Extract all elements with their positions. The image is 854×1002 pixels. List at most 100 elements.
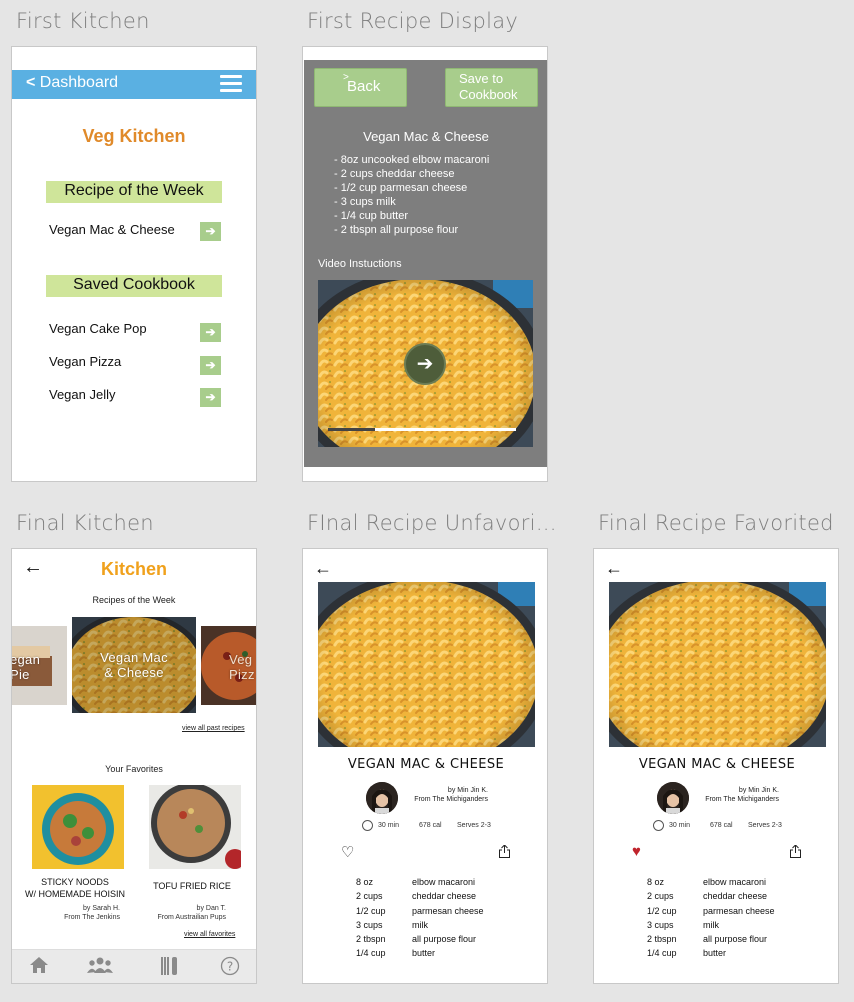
favorite-image-noods[interactable]	[32, 785, 124, 869]
clock-icon	[362, 820, 373, 831]
ingredient-name: all purpose flour	[412, 934, 477, 945]
calories: 678 cal	[419, 822, 442, 829]
carousel-right-label: Veg Pizz	[229, 652, 255, 682]
ingredient-name: milk	[412, 919, 428, 930]
ingredient-name: milk	[703, 919, 719, 930]
ingredient-qty: 8 oz	[647, 877, 665, 887]
back-arrow-icon[interactable]: ←	[605, 558, 623, 579]
share-icon[interactable]	[790, 844, 801, 858]
recipe-title: VEGAN MAC & CHEESE	[638, 757, 796, 772]
ingredient-name: elbow macaroni	[412, 877, 476, 887]
ingredient-name: parmesan cheese	[703, 905, 775, 916]
clock-icon	[653, 820, 664, 831]
home-icon[interactable]	[28, 956, 50, 978]
arrow-right-icon[interactable]: ➔	[200, 388, 221, 407]
saved-item-label: Vegan Jelly	[49, 387, 116, 402]
final-kitchen-screen: ← Kitchen Recipes of the Week egan Pie V…	[11, 548, 257, 984]
ingredient-name: cheddar cheese	[703, 891, 768, 902]
ingredient-item: - 8oz uncooked elbow macaroni	[334, 154, 490, 166]
arrow-right-icon[interactable]: ➔	[200, 356, 221, 375]
ingredient-item: - 1/4 cup butter	[334, 210, 408, 222]
ingredient-qty: 1/2 cup	[647, 905, 677, 916]
board-title-final-unfav: FInal Recipe Unfavori...	[307, 511, 557, 535]
carousel-card-pie[interactable]: egan Pie	[12, 626, 67, 705]
share-icon[interactable]	[499, 844, 510, 858]
ingredient-qty: 2 cups	[356, 891, 383, 902]
first-kitchen-screen: < Dashboard Veg Kitchen Recipe of the We…	[11, 46, 257, 482]
ingredient-list: - 8oz uncooked elbow macaroni - 2 cups c…	[334, 153, 489, 237]
servings: Serves 2-3	[748, 822, 782, 829]
favorite-author: by Sarah H. From The Jenkins	[64, 905, 120, 921]
favorite-name: STICKY NOODS W/ HOMEMADE HOISIN	[24, 877, 125, 899]
save-to-cookbook-button[interactable]: Save to Cookbook	[445, 68, 538, 107]
back-arrow-icon[interactable]: ←	[314, 558, 332, 579]
favorite-name: TOFU FRIED RICE	[153, 881, 231, 891]
ingredient-item: - 2 tbspn all purpose flour	[334, 224, 459, 236]
ingredient-qty: 3 cups	[356, 919, 383, 930]
recipe-title: Vegan Mac & Cheese	[363, 129, 489, 144]
ingredient-name-column: elbow macaroni cheddar cheese parmesan che…	[703, 875, 775, 961]
ingredient-qty: 1/2 cup	[356, 905, 386, 916]
view-all-favorites-link[interactable]: view all favorites	[184, 931, 235, 938]
ingredient-qty: 3 cups	[647, 919, 674, 930]
final-recipe-favorited-screen: ← VEGAN MAC & CHEESE by Min Jin K. From …	[593, 548, 839, 984]
community-icon[interactable]	[87, 956, 113, 978]
ingredient-item: - 3 cups milk	[334, 196, 396, 208]
recipe-title: VEGAN MAC & CHEESE	[347, 757, 505, 772]
avatar[interactable]	[366, 782, 398, 814]
fried-rice-image	[149, 785, 241, 869]
chevron-left-icon: <	[26, 74, 36, 91]
svg-text:?: ?	[227, 960, 233, 974]
ingredient-item: - 1/2 cup parmesan cheese	[334, 182, 468, 194]
video-player[interactable]: ➔	[318, 280, 533, 447]
section-heading-week: Recipe of the Week	[46, 181, 222, 203]
saved-item-label: Vegan Pizza	[49, 354, 122, 369]
ingredient-qty: 8 oz	[356, 877, 374, 887]
section-heading-week: Recipes of the Week	[92, 595, 176, 605]
arrow-right-icon[interactable]: ➔	[200, 222, 221, 241]
ingredient-name: butter	[412, 948, 436, 959]
calories: 678 cal	[710, 822, 733, 829]
help-icon[interactable]: ?	[219, 956, 241, 978]
back-button[interactable]: > Back	[314, 68, 407, 107]
ingredient-qty-column: 8 oz 2 cups 1/2 cup 3 cups 2 tbspn 1/4 cup	[356, 875, 386, 961]
favorite-author: by Dan T. From Austrailian Pups	[157, 905, 226, 921]
carousel-card-pizza[interactable]: Veg Pizz	[201, 626, 256, 705]
carousel-center-label: Vegan Mac & Cheese	[100, 650, 168, 680]
arrow-right-icon[interactable]: ➔	[200, 323, 221, 342]
video-label: Video Instuctions	[318, 258, 402, 270]
video-progress-bar[interactable]	[328, 428, 516, 431]
week-recipe-label: Vegan Mac & Cheese	[49, 222, 175, 237]
ingredient-qty: 2 cups	[647, 891, 674, 902]
ingredient-name: butter	[703, 948, 727, 959]
favorite-image-rice[interactable]	[149, 785, 241, 869]
board-title-first-recipe: First Recipe Display	[307, 9, 519, 33]
board-title-final-kitchen: Final Kitchen	[16, 511, 154, 535]
cook-time: 30 min	[378, 822, 400, 829]
noodles-image	[32, 785, 124, 869]
ingredient-name: elbow macaroni	[703, 877, 767, 887]
play-arrow-icon[interactable]: ➔	[404, 343, 446, 385]
nav-bar: < Dashboard	[12, 70, 256, 99]
mac-cheese-image	[318, 582, 535, 747]
author-credit: by Min Jin K. From The Michiganders	[705, 787, 779, 803]
ingredient-qty: 2 tbspn	[356, 934, 386, 945]
ingredient-name: all purpose flour	[703, 934, 768, 945]
hamburger-menu-icon[interactable]	[220, 75, 242, 94]
ingredient-qty: 2 tbspn	[647, 934, 677, 945]
board-title-first-kitchen: First Kitchen	[16, 9, 150, 33]
servings: Serves 2-3	[457, 822, 491, 829]
carousel-card-mac[interactable]: Vegan Mac & Cheese	[72, 617, 196, 713]
dashboard-back-link[interactable]: < Dashboard	[26, 74, 118, 92]
saved-item-label: Vegan Cake Pop	[49, 321, 147, 336]
kitchen-icon[interactable]	[158, 956, 180, 978]
view-past-recipes-link[interactable]: view all past recipes	[182, 725, 245, 732]
back-label: Dashboard	[39, 74, 119, 91]
heart-filled-icon[interactable]: ♥	[632, 843, 641, 860]
avatar[interactable]	[657, 782, 689, 814]
board-title-final-fav: Final Recipe Favorited	[598, 511, 834, 535]
final-recipe-unfavorited-screen: ← VEGAN MAC & CHEESE by Min Jin K. From …	[302, 548, 548, 984]
page-title: Veg Kitchen	[82, 126, 186, 146]
cook-time: 30 min	[669, 822, 691, 829]
heart-outline-icon[interactable]: ♡	[341, 843, 354, 861]
